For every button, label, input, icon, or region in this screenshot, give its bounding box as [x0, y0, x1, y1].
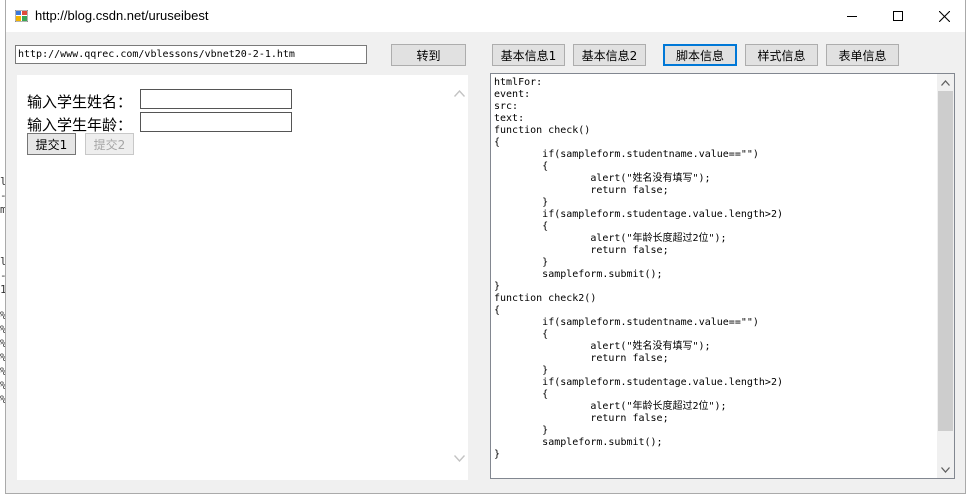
chevron-up-icon — [941, 79, 950, 86]
maximize-button[interactable] — [875, 0, 921, 32]
url-input[interactable]: http://www.qqrec.com/vblessons/vbnet20-2… — [15, 45, 367, 64]
tab-script-info[interactable]: 脚本信息 — [663, 44, 737, 66]
script-textbox[interactable]: htmlFor: event: src: text: function chec… — [490, 73, 955, 479]
chevron-down-icon — [454, 455, 465, 462]
scroll-down-button[interactable] — [451, 450, 468, 467]
browser-scrollbar[interactable] — [451, 75, 468, 480]
close-icon — [938, 10, 950, 22]
tab-style-info[interactable]: 样式信息 — [745, 44, 818, 66]
app-icon — [15, 10, 28, 22]
scroll-down-button[interactable] — [937, 461, 954, 478]
student-name-input[interactable] — [140, 89, 292, 109]
web-browser-panel[interactable]: 输入学生姓名： 输入学生年龄： 提交1 提交2 — [17, 75, 468, 480]
minimize-icon — [847, 16, 857, 17]
go-button[interactable]: 转到 — [391, 44, 466, 66]
submit1-button[interactable]: 提交1 — [27, 133, 76, 155]
close-button[interactable] — [921, 0, 967, 32]
window-title: http://blog.csdn.net/uruseibest — [35, 8, 209, 23]
minimize-button[interactable] — [829, 0, 875, 32]
tab-basic-info-1[interactable]: 基本信息1 — [492, 44, 565, 66]
maximize-icon — [893, 11, 903, 21]
chevron-down-icon — [941, 466, 950, 473]
scroll-up-button[interactable] — [937, 74, 954, 91]
main-window: http://blog.csdn.net/uruseibest http://w… — [5, 0, 966, 494]
script-text[interactable]: htmlFor: event: src: text: function chec… — [494, 77, 929, 461]
title-bar[interactable]: http://blog.csdn.net/uruseibest — [6, 0, 965, 32]
student-age-label: 输入学生年龄： — [27, 116, 133, 134]
tab-basic-info-2[interactable]: 基本信息2 — [573, 44, 646, 66]
student-name-label: 输入学生姓名： — [27, 93, 133, 111]
scroll-up-button[interactable] — [451, 85, 468, 102]
tab-form-info[interactable]: 表单信息 — [826, 44, 899, 66]
submit2-button[interactable]: 提交2 — [85, 133, 134, 155]
script-scrollbar[interactable] — [937, 74, 954, 478]
student-age-input[interactable] — [140, 112, 292, 132]
chevron-up-icon — [454, 90, 465, 97]
scroll-thumb[interactable] — [938, 91, 953, 431]
